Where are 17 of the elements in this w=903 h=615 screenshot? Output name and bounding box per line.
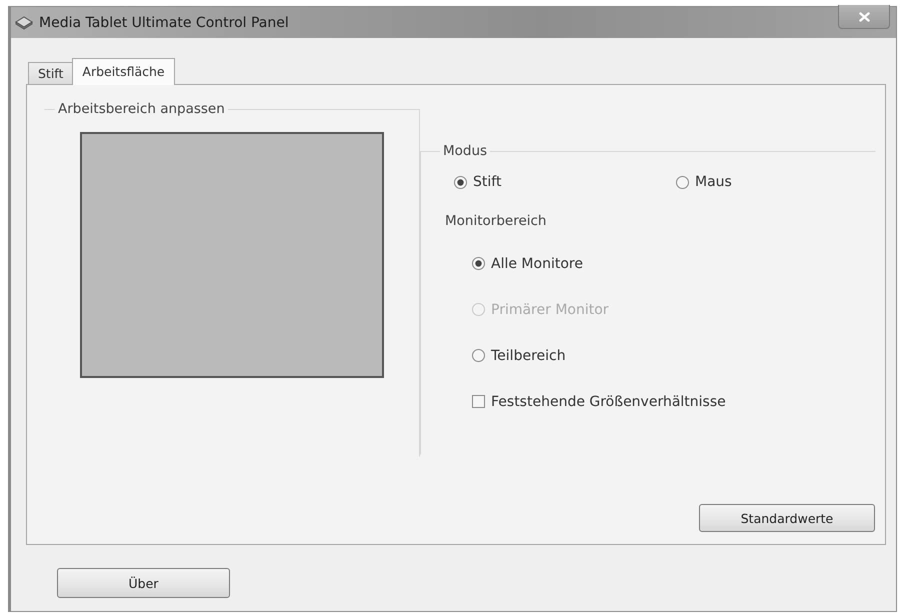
radio-button[interactable]: Maus [676, 174, 732, 190]
radio-button[interactable]: Stift [454, 174, 502, 190]
radio-button[interactable]: Alle Monitore [472, 255, 583, 272]
group-title: Arbeitsbereich anpassen [57, 101, 226, 117]
defaults-button[interactable]: Standardwerte [699, 504, 875, 532]
window-title: Media Tablet Ultimate Control Panel [39, 14, 289, 30]
checkbox[interactable]: Feststehende Größenverhältnisse [472, 393, 726, 410]
tab[interactable]: Arbeitsfläche [72, 58, 175, 85]
radio-button[interactable]: Teilbereich [472, 347, 566, 364]
tab[interactable]: Stift [28, 62, 74, 84]
group-title: Modus [442, 143, 488, 159]
work-area-preview[interactable] [80, 132, 384, 378]
about-button[interactable]: Über [57, 568, 230, 598]
section-label: Monitorbereich [445, 213, 546, 229]
close-button[interactable] [838, 5, 890, 29]
close-icon [858, 12, 870, 22]
tablet-icon [15, 16, 33, 30]
